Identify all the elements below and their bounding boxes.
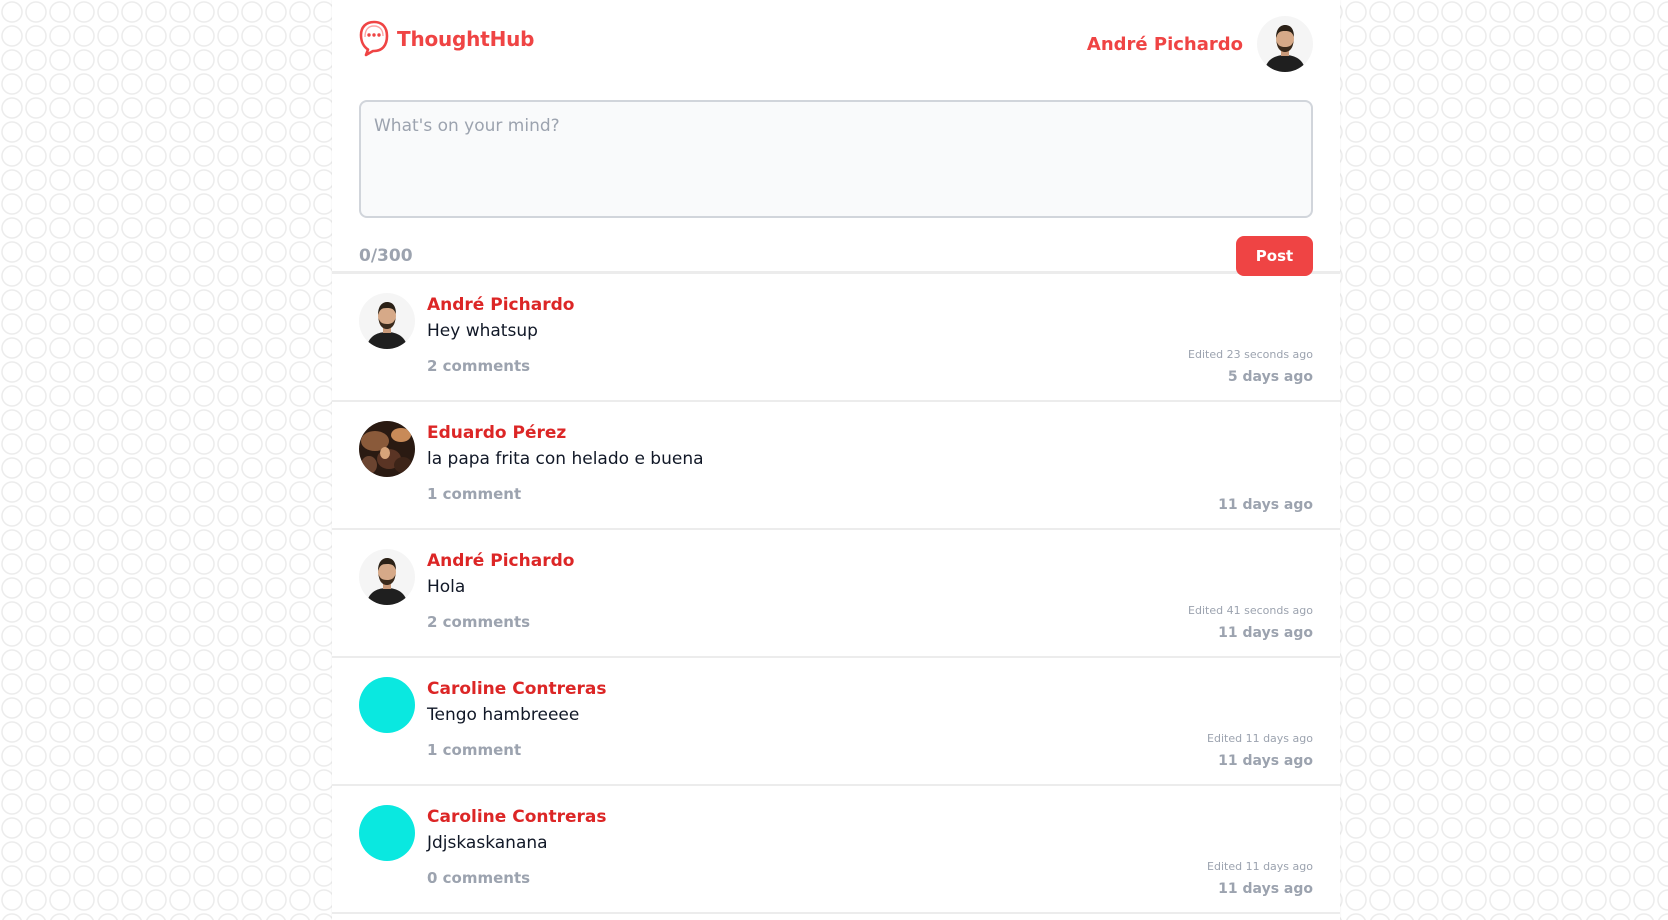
speech-bubble-icon bbox=[359, 20, 389, 57]
post-item: André Pichardo Hola 2 comments Edited 41… bbox=[332, 530, 1340, 658]
comments-link[interactable]: 2 comments bbox=[427, 612, 574, 632]
post-content: Tengo hambreeee bbox=[427, 705, 580, 725]
top-bar: ThoughtHub André Pichardo bbox=[332, 0, 1340, 84]
post-item: Caroline Contreras Tengo hambreeee 1 com… bbox=[332, 658, 1340, 786]
post-meta: Edited 41 seconds ago 11 days ago bbox=[1188, 604, 1313, 642]
current-user[interactable]: André Pichardo bbox=[1087, 16, 1313, 72]
author-avatar[interactable] bbox=[359, 293, 415, 349]
post-author[interactable]: Eduardo Pérez bbox=[427, 422, 704, 444]
post-content: Hey whatsup bbox=[427, 321, 538, 341]
post-item: Caroline Contreras Jdjskaskanana 0 comme… bbox=[332, 786, 1340, 914]
app-name: ThoughtHub bbox=[397, 27, 535, 51]
post-input[interactable] bbox=[359, 100, 1313, 218]
comments-link[interactable]: 0 comments bbox=[427, 868, 607, 888]
edited-label: Edited 11 days ago bbox=[1207, 860, 1313, 873]
post-body: Caroline Contreras Jdjskaskanana 0 comme… bbox=[427, 806, 607, 888]
post-content: Jdjskaskanana bbox=[427, 833, 548, 853]
app-logo[interactable]: ThoughtHub bbox=[359, 20, 534, 58]
post-meta: 11 days ago bbox=[1218, 496, 1313, 514]
post-author[interactable]: André Pichardo bbox=[427, 294, 574, 316]
post-author[interactable]: Caroline Contreras bbox=[427, 678, 607, 700]
post-item: Eduardo Pérez la papa frita con helado e… bbox=[332, 402, 1340, 530]
comments-link[interactable]: 1 comment bbox=[427, 484, 704, 504]
author-avatar[interactable] bbox=[359, 421, 415, 477]
post-meta: Edited 23 seconds ago 5 days ago bbox=[1188, 348, 1313, 386]
edited-label: Edited 11 days ago bbox=[1207, 732, 1313, 745]
comments-link[interactable]: 2 comments bbox=[427, 356, 574, 376]
author-avatar[interactable] bbox=[359, 805, 415, 861]
post-composer: 0/300 Post bbox=[332, 84, 1340, 276]
post-body: André Pichardo Hey whatsup 2 comments bbox=[427, 294, 574, 376]
post-timestamp: 11 days ago bbox=[1218, 497, 1313, 513]
post-timestamp: 11 days ago bbox=[1218, 881, 1313, 897]
post-body: Caroline Contreras Tengo hambreeee 1 com… bbox=[427, 678, 607, 760]
post-button[interactable]: Post bbox=[1236, 236, 1313, 276]
post-item: André Pichardo Hey whatsup 2 comments Ed… bbox=[332, 274, 1340, 402]
post-feed: André Pichardo Hey whatsup 2 comments Ed… bbox=[332, 274, 1340, 914]
main-column: ThoughtHub André Pichardo 0/300 Post bbox=[332, 0, 1340, 920]
comments-link[interactable]: 1 comment bbox=[427, 740, 607, 760]
post-content: la papa frita con helado e buena bbox=[427, 449, 704, 469]
char-counter: 0/300 bbox=[359, 246, 413, 266]
post-meta: Edited 11 days ago 11 days ago bbox=[1207, 860, 1313, 898]
post-body: André Pichardo Hola 2 comments bbox=[427, 550, 574, 632]
post-timestamp: 5 days ago bbox=[1227, 369, 1313, 385]
author-avatar[interactable] bbox=[359, 677, 415, 733]
post-author[interactable]: André Pichardo bbox=[427, 550, 574, 572]
post-author[interactable]: Caroline Contreras bbox=[427, 806, 607, 828]
current-user-avatar[interactable] bbox=[1257, 16, 1313, 72]
edited-label: Edited 41 seconds ago bbox=[1188, 604, 1313, 617]
edited-label: Edited 23 seconds ago bbox=[1188, 348, 1313, 361]
author-avatar[interactable] bbox=[359, 549, 415, 605]
post-timestamp: 11 days ago bbox=[1218, 753, 1313, 769]
post-timestamp: 11 days ago bbox=[1218, 625, 1313, 641]
post-meta: Edited 11 days ago 11 days ago bbox=[1207, 732, 1313, 770]
post-body: Eduardo Pérez la papa frita con helado e… bbox=[427, 422, 704, 504]
composer-footer: 0/300 Post bbox=[359, 236, 1313, 276]
post-content: Hola bbox=[427, 577, 466, 597]
current-user-name: André Pichardo bbox=[1086, 33, 1243, 55]
